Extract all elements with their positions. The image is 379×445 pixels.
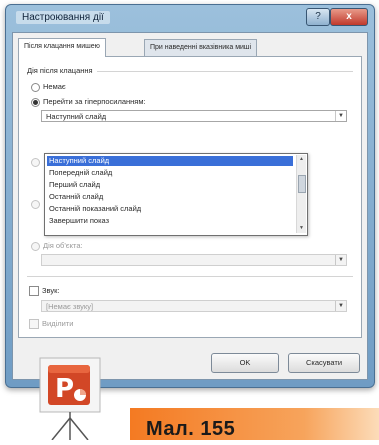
close-button[interactable]: x <box>330 8 368 26</box>
radio-hyperlink-label: Перейти за гіперпосиланням: <box>43 97 146 106</box>
dropdown-item[interactable]: Останній показаний слайд <box>47 204 293 214</box>
powerpoint-easel-icon: P <box>38 355 106 441</box>
hyperlink-combo-value: Наступний слайд <box>46 112 107 121</box>
chevron-down-icon[interactable]: ▼ <box>335 301 346 311</box>
tab-mouse-click[interactable]: Після клацання мишею <box>18 38 106 57</box>
sound-checkbox[interactable] <box>29 286 39 296</box>
radio-run-macro[interactable] <box>31 200 40 209</box>
radio-none[interactable] <box>31 83 40 92</box>
dropdown-item[interactable]: Наступний слайд <box>46 155 294 167</box>
radio-object-label: Дія об'єкта: <box>43 241 83 250</box>
section-divider <box>97 71 353 72</box>
scroll-up-icon[interactable]: ▲ <box>297 155 306 164</box>
sound-combo-value: [Немає звуку] <box>46 302 94 311</box>
figure-caption-banner: Мал. 155 <box>130 408 379 440</box>
sound-label: Звук: <box>42 286 60 295</box>
figure-caption: Мал. 155 <box>146 418 236 440</box>
object-action-combo[interactable]: ▼ <box>41 254 347 266</box>
radio-run-program[interactable] <box>31 158 40 167</box>
chevron-down-icon[interactable]: ▼ <box>335 255 346 265</box>
dropdown-item[interactable]: Завершити показ <box>47 216 293 226</box>
action-settings-dialog: Настроювання дії ? x Після клацання мише… <box>5 4 375 388</box>
scroll-thumb[interactable] <box>298 175 306 193</box>
section-label: Дія після клацання <box>27 66 93 75</box>
radio-none-label: Немає <box>43 82 66 91</box>
dropdown-item[interactable]: Останній слайд <box>47 192 293 202</box>
radio-object-action[interactable] <box>31 242 40 251</box>
highlight-label: Виділити <box>42 319 74 328</box>
dialog-client-area: Після клацання мишею При наведенні вказі… <box>12 32 368 380</box>
radio-hyperlink[interactable] <box>31 98 40 107</box>
dropdown-item[interactable]: Попередній слайд <box>47 168 293 178</box>
help-button[interactable]: ? <box>306 8 330 26</box>
chevron-down-icon[interactable]: ▼ <box>335 111 346 121</box>
ok-button[interactable]: OK <box>211 353 279 373</box>
title-bar[interactable]: Настроювання дії ? x <box>6 5 374 31</box>
sound-combo[interactable]: [Немає звуку] ▼ <box>41 300 347 312</box>
hyperlink-dropdown-list: Наступний слайд Попередній слайд Перший … <box>44 153 308 236</box>
dialog-title: Настроювання дії <box>16 11 110 24</box>
svg-text:P: P <box>55 374 74 404</box>
scroll-down-icon[interactable]: ▼ <box>297 224 306 233</box>
dropdown-item[interactable]: Перший слайд <box>47 180 293 190</box>
hyperlink-combo[interactable]: Наступний слайд ▼ <box>41 110 347 122</box>
tab-mouse-over[interactable]: При наведенні вказівника миші <box>144 39 258 56</box>
cancel-button[interactable]: Скасувати <box>288 353 360 373</box>
highlight-checkbox[interactable] <box>29 319 39 329</box>
dropdown-scrollbar[interactable]: ▲ ▼ <box>296 155 306 233</box>
divider <box>27 276 353 277</box>
